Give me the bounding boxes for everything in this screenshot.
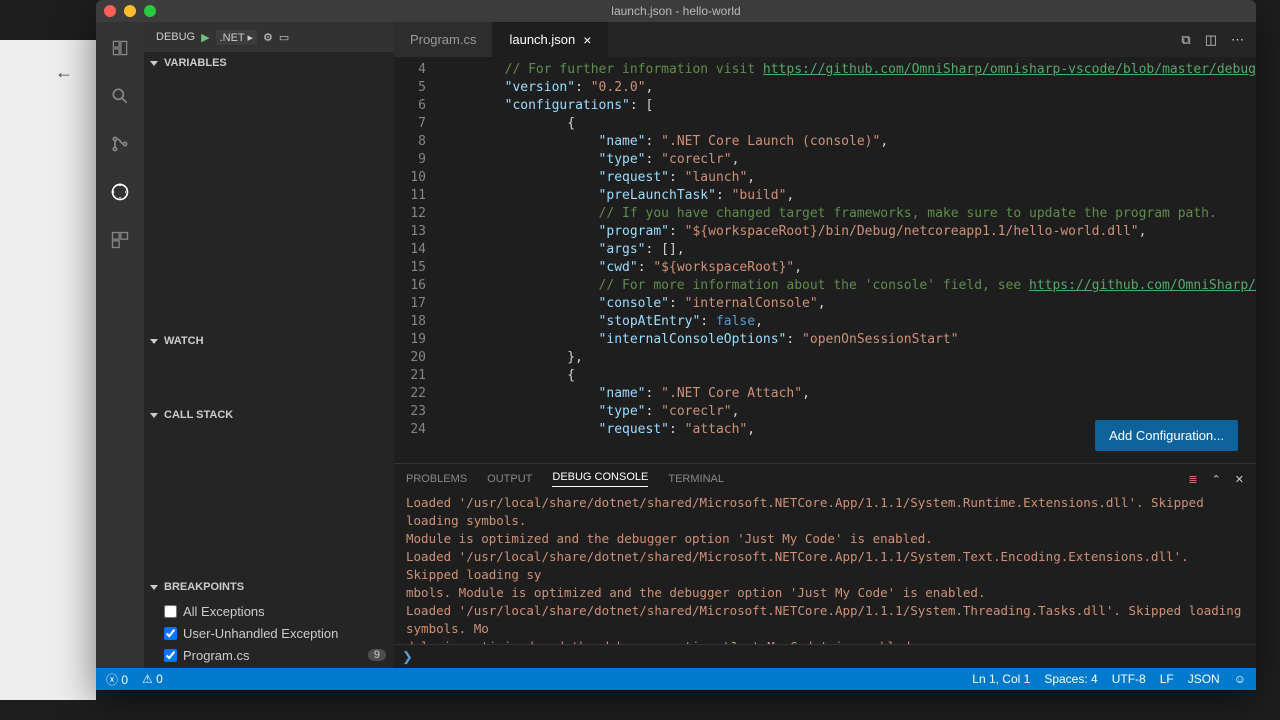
editor-group: Program.cs launch.json × ⧉ ◫ ⋯ 45678910111… <box>394 22 1256 668</box>
breakpoint-checkbox[interactable] <box>164 649 177 662</box>
watch-body <box>144 352 394 404</box>
panel-tab[interactable]: DEBUG CONSOLE <box>552 471 648 487</box>
panel-tab[interactable]: OUTPUT <box>487 473 532 485</box>
minimize-icon[interactable] <box>124 5 136 17</box>
debug-icon[interactable] <box>106 178 134 206</box>
panel-tab[interactable]: TERMINAL <box>668 473 724 485</box>
editor-tab[interactable]: launch.json × <box>493 22 608 57</box>
status-language[interactable]: JSON <box>1188 672 1220 686</box>
status-encoding[interactable]: UTF-8 <box>1112 672 1146 686</box>
status-errors[interactable]: ⓧ 0 <box>106 671 128 688</box>
status-bar: ⓧ 0 ⚠ 0 Ln 1, Col 1 Spaces: 4 UTF-8 LF J… <box>96 668 1256 690</box>
feedback-icon[interactable]: ☺ <box>1234 672 1246 686</box>
section-variables[interactable]: VARIABLES <box>144 52 394 74</box>
gear-icon[interactable]: ⚙ <box>263 31 273 44</box>
breakpoint-row[interactable]: Program.cs 9 <box>144 644 394 666</box>
window-title: launch.json - hello-world <box>611 4 740 18</box>
back-arrow-icon[interactable]: ← <box>55 62 73 83</box>
maximize-icon[interactable] <box>144 5 156 17</box>
bottom-panel: PROBLEMSOUTPUTDEBUG CONSOLETERMINAL ≣ ⌃ … <box>394 463 1256 668</box>
callstack-body <box>144 426 394 576</box>
status-spaces[interactable]: Spaces: 4 <box>1044 672 1097 686</box>
debug-toolbar: DEBUG ▶ .NET ▸ ⚙ ▭ <box>144 22 394 52</box>
section-watch[interactable]: WATCH <box>144 330 394 352</box>
variables-body <box>144 74 394 330</box>
debug-label: DEBUG <box>156 31 195 43</box>
close-tab-icon[interactable]: × <box>583 32 591 48</box>
tab-label: Program.cs <box>410 32 476 47</box>
panel-tabs: PROBLEMSOUTPUTDEBUG CONSOLETERMINAL ≣ ⌃ … <box>394 464 1256 494</box>
chevron-up-icon[interactable]: ⌃ <box>1212 473 1221 486</box>
panel-tab[interactable]: PROBLEMS <box>406 473 467 485</box>
activity-bar <box>96 22 144 668</box>
background-window: ← <box>0 40 96 700</box>
titlebar: launch.json - hello-world <box>96 0 1256 22</box>
vscode-window: launch.json - hello-world DEBUG ▶ .NET ▸… <box>96 0 1256 690</box>
close-panel-icon[interactable]: ✕ <box>1235 473 1244 486</box>
extensions-icon[interactable] <box>106 226 134 254</box>
traffic-lights[interactable] <box>104 5 156 17</box>
editor-tab[interactable]: Program.cs <box>394 22 493 57</box>
breakpoints-body: All Exceptions User-Unhandled Exception Pr… <box>144 598 394 668</box>
debug-config-select[interactable]: .NET ▸ <box>216 30 257 45</box>
split-diff-icon[interactable]: ⧉ <box>1181 32 1190 48</box>
breakpoint-label: Program.cs <box>183 648 249 663</box>
start-debug-icon[interactable]: ▶ <box>201 31 209 44</box>
add-configuration-button[interactable]: Add Configuration... <box>1095 420 1238 451</box>
debug-console-icon[interactable]: ▭ <box>279 31 289 44</box>
code-editor[interactable]: 456789101112131415161718192021222324 // … <box>394 57 1256 463</box>
debug-sidebar: DEBUG ▶ .NET ▸ ⚙ ▭ VARIABLES WATCH CALL … <box>144 22 394 668</box>
filter-icon[interactable]: ≣ <box>1188 473 1197 486</box>
line-gutter: 456789101112131415161718192021222324 <box>394 57 442 463</box>
split-editor-icon[interactable]: ◫ <box>1205 32 1217 48</box>
breakpoint-checkbox[interactable] <box>164 627 177 640</box>
status-warnings[interactable]: ⚠ 0 <box>142 672 163 686</box>
code-content[interactable]: // For further information visit https:/… <box>442 57 1256 463</box>
editor-tabs: Program.cs launch.json × ⧉ ◫ ⋯ <box>394 22 1256 57</box>
breakpoint-row[interactable]: User-Unhandled Exception <box>144 622 394 644</box>
breakpoint-checkbox[interactable] <box>164 605 177 618</box>
breakpoint-label: User-Unhandled Exception <box>183 626 338 641</box>
breakpoint-row[interactable]: All Exceptions <box>144 600 394 622</box>
git-icon[interactable] <box>106 130 134 158</box>
status-eol[interactable]: LF <box>1160 672 1174 686</box>
section-breakpoints[interactable]: BREAKPOINTS <box>144 576 394 598</box>
close-icon[interactable] <box>104 5 116 17</box>
breakpoint-badge: 9 <box>368 649 386 661</box>
debug-console-input[interactable]: ❯ <box>394 644 1256 668</box>
breakpoint-label: All Exceptions <box>183 604 265 619</box>
search-icon[interactable] <box>106 82 134 110</box>
more-icon[interactable]: ⋯ <box>1231 32 1244 48</box>
explorer-icon[interactable] <box>106 34 134 62</box>
section-callstack[interactable]: CALL STACK <box>144 404 394 426</box>
status-cursor-pos[interactable]: Ln 1, Col 1 <box>972 672 1030 686</box>
debug-console-output[interactable]: Loaded '/usr/local/share/dotnet/shared/M… <box>394 494 1256 644</box>
tab-label: launch.json <box>509 32 575 47</box>
